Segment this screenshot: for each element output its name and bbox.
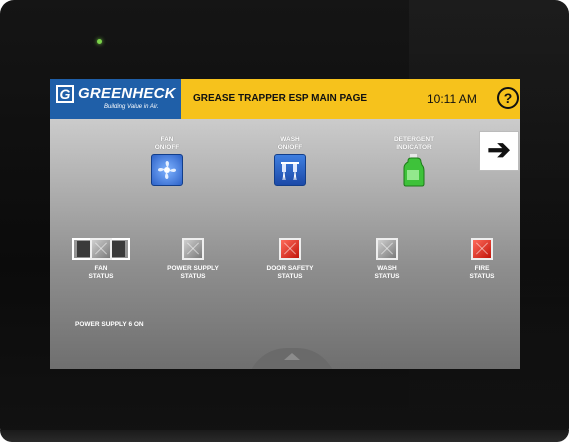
help-button[interactable]: ?: [497, 87, 519, 109]
fan-status-label-1: FAN: [94, 265, 108, 272]
brand-logo: G GREENHECK Building Value in Air.: [50, 79, 181, 119]
brand-mark-icon: G: [56, 85, 74, 103]
fire-status-label-2: STATUS: [469, 272, 495, 280]
status-wash: WASH STATUS: [352, 238, 422, 280]
power-supply-status-label-1: POWER SUPPLY: [167, 265, 219, 272]
brand-name: GREENHECK: [78, 85, 176, 102]
fire-status-label-1: FIRE: [474, 265, 490, 272]
power-supply-status-indicator-icon: [182, 238, 204, 260]
wash-toggle-control[interactable]: WASH ON/OFF: [265, 136, 315, 186]
door-safety-status-indicator-icon: [279, 238, 301, 260]
next-page-button[interactable]: ➔: [479, 131, 519, 171]
status-fire: FIRE STATUS: [447, 238, 517, 280]
brand-tagline: Building Value in Air.: [104, 104, 159, 110]
door-safety-status-label-1: DOOR SAFETY: [266, 265, 314, 272]
wash-toggle-label-2: ON/OFF: [277, 143, 303, 151]
page-title: GREASE TRAPPER ESP MAIN PAGE: [193, 93, 368, 104]
wash-status-label-1: WASH: [377, 265, 397, 272]
header-bar: G GREENHECK Building Value in Air. GREAS…: [50, 79, 520, 119]
fan-status-label-2: STATUS: [88, 272, 114, 280]
detergent-bottle-icon: [399, 153, 429, 187]
screen: G GREENHECK Building Value in Air. GREAS…: [50, 79, 520, 369]
expand-drawer-tab[interactable]: [247, 348, 337, 369]
wash-status-indicator-icon: [376, 238, 398, 260]
fan-status-indicator-icon: [90, 238, 112, 260]
fan-toggle-label-2: ON/OFF: [154, 143, 180, 151]
bezel-bottom-edge: [0, 430, 569, 442]
wash-status-label-2: STATUS: [374, 272, 400, 280]
fan-toggle-label-1: FAN: [160, 136, 174, 143]
detergent-label-2: INDICATOR: [396, 143, 432, 151]
wash-toggle-label-1: WASH: [280, 136, 300, 143]
status-power-supply: POWER SUPPLY STATUS: [158, 238, 228, 280]
status-fan: FAN STATUS: [66, 238, 136, 280]
spray-nozzle-icon[interactable]: [274, 154, 306, 186]
fan-toggle-control[interactable]: FAN ON/OFF: [142, 136, 192, 186]
power-supply-status-label-2: STATUS: [180, 272, 206, 280]
status-door-safety: DOOR SAFETY STATUS: [255, 238, 325, 280]
touch-panel-device: G GREENHECK Building Value in Air. GREAS…: [0, 0, 569, 442]
detergent-indicator: DETERGENT INDICATOR: [386, 136, 442, 187]
door-safety-status-label-2: STATUS: [277, 272, 303, 280]
fan-icon[interactable]: [151, 154, 183, 186]
chevron-up-icon: [284, 353, 300, 360]
fire-status-indicator-icon: [471, 238, 493, 260]
clock: 10:11 AM: [427, 92, 477, 106]
power-led: [97, 39, 102, 44]
status-message: POWER SUPPLY 6 ON: [75, 321, 144, 328]
detergent-label-1: DETERGENT: [393, 136, 435, 143]
